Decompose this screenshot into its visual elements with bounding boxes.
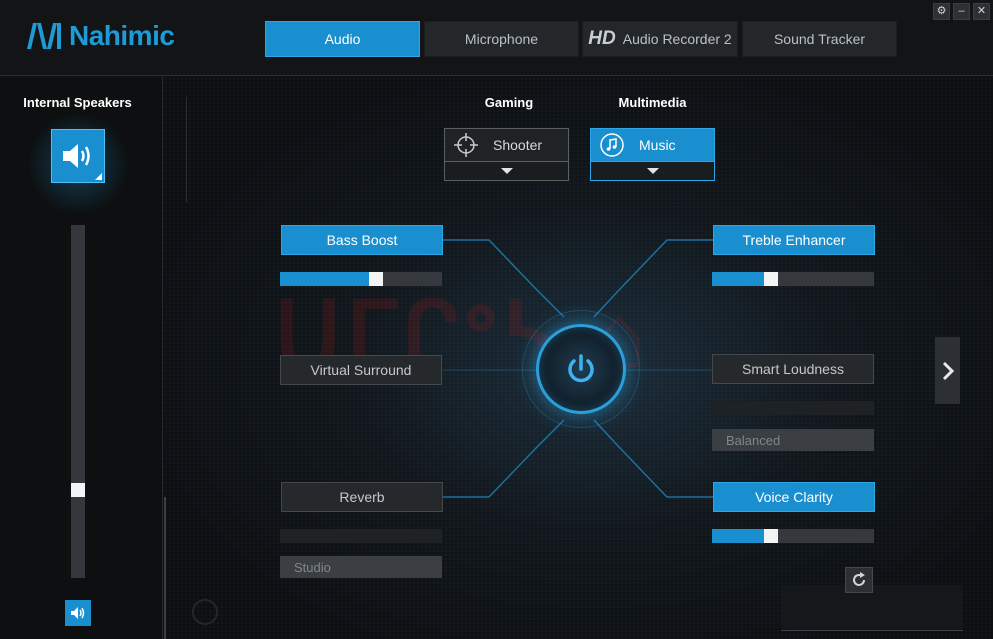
smart-loudness-slider: [712, 401, 874, 415]
crosshair-icon: [453, 132, 479, 158]
gaming-preset-dropdown[interactable]: [445, 162, 568, 180]
bass-boost-fill: [280, 272, 369, 286]
power-icon: [568, 354, 594, 383]
minimize-icon: –: [958, 5, 965, 17]
nahimic-logo-icon: [27, 23, 61, 49]
device-sidebar: Internal Speakers: [0, 77, 163, 639]
multimedia-preset-select[interactable]: Music: [590, 128, 715, 181]
virtual-surround-toggle[interactable]: Virtual Surround: [280, 355, 442, 385]
tab-sound-tracker-label: Sound Tracker: [773, 31, 866, 47]
minimize-button[interactable]: –: [953, 3, 970, 20]
tab-microphone[interactable]: Microphone: [424, 21, 579, 57]
voice-clarity-label: Voice Clarity: [755, 489, 833, 505]
smart-loudness-label: Smart Loudness: [742, 361, 844, 377]
treble-enhancer-fill: [712, 272, 764, 286]
settings-button[interactable]: ⚙: [933, 3, 950, 20]
bass-boost-slider[interactable]: [280, 272, 442, 286]
tab-audio[interactable]: Audio: [265, 21, 420, 57]
chevron-right-icon: [942, 361, 954, 380]
treble-enhancer-thumb[interactable]: [764, 272, 778, 286]
bass-boost-toggle[interactable]: Bass Boost: [281, 225, 443, 255]
device-title: Internal Speakers: [23, 95, 132, 110]
reverb-mode-select[interactable]: Studio: [280, 556, 442, 578]
speaker-icon: [63, 144, 90, 168]
treble-enhancer-slider[interactable]: [712, 272, 874, 286]
voice-clarity-toggle[interactable]: Voice Clarity: [713, 482, 875, 512]
gaming-preset-select[interactable]: Shooter: [444, 128, 569, 181]
chevron-down-icon: [500, 168, 513, 174]
tab-audio-label: Audio: [324, 31, 361, 47]
bass-boost-thumb[interactable]: [369, 272, 383, 286]
gaming-preset-value: Shooter: [493, 137, 543, 153]
chevron-down-icon: [646, 168, 659, 174]
reset-icon: [853, 572, 865, 586]
reverb-toggle[interactable]: Reverb: [281, 482, 443, 512]
bass-boost-label: Bass Boost: [326, 232, 398, 248]
close-icon: ✕: [976, 5, 987, 17]
next-page-button[interactable]: [935, 337, 960, 404]
smart-loudness-mode-select[interactable]: Balanced: [712, 429, 874, 451]
tab-audio-recorder-label: Audio Recorder 2: [622, 31, 732, 47]
multimedia-preset-value: Music: [639, 137, 676, 153]
device-corner-indicator: [95, 173, 102, 180]
music-note-icon: [599, 132, 625, 158]
title-bar: Nahimic Audio Microphone HD Audio Record…: [0, 0, 993, 76]
reset-button[interactable]: [845, 567, 873, 593]
master-volume-slider[interactable]: [71, 225, 85, 578]
device-speaker-button[interactable]: [51, 129, 105, 183]
audio-panel: ᑌᒥᒋᐤᓴ ⌂ Gaming Multimedia Shooter Music …: [164, 77, 993, 639]
power-button[interactable]: [536, 324, 626, 414]
voice-clarity-slider[interactable]: [712, 529, 874, 543]
gear-icon: ⚙: [936, 5, 947, 17]
virtual-surround-label: Virtual Surround: [310, 362, 412, 378]
voice-clarity-thumb[interactable]: [764, 529, 778, 543]
smart-loudness-toggle[interactable]: Smart Loudness: [712, 354, 874, 384]
tab-microphone-label: Microphone: [464, 31, 539, 47]
tab-audio-recorder[interactable]: HD Audio Recorder 2: [582, 21, 738, 57]
app-name: Nahimic: [69, 20, 175, 51]
faint-logo-icon: [192, 599, 218, 625]
mute-button[interactable]: [65, 600, 91, 626]
speaker-small-icon: [71, 607, 85, 619]
treble-enhancer-label: Treble Enhancer: [742, 232, 846, 248]
hd-badge: HD: [588, 28, 616, 49]
master-volume-thumb[interactable]: [71, 483, 85, 497]
voice-clarity-fill: [712, 529, 764, 543]
multimedia-preset-dropdown[interactable]: [591, 162, 714, 180]
multimedia-label: Multimedia: [618, 95, 687, 110]
tab-sound-tracker[interactable]: Sound Tracker: [742, 21, 897, 57]
smart-loudness-mode: Balanced: [726, 432, 781, 448]
treble-enhancer-toggle[interactable]: Treble Enhancer: [713, 225, 875, 255]
close-button[interactable]: ✕: [973, 3, 990, 20]
reverb-slider: [280, 529, 442, 543]
reverb-mode: Studio: [294, 559, 331, 575]
gaming-label: Gaming: [484, 95, 534, 110]
reverb-label: Reverb: [339, 489, 385, 505]
nahimic-logo: Nahimic: [25, 20, 175, 52]
